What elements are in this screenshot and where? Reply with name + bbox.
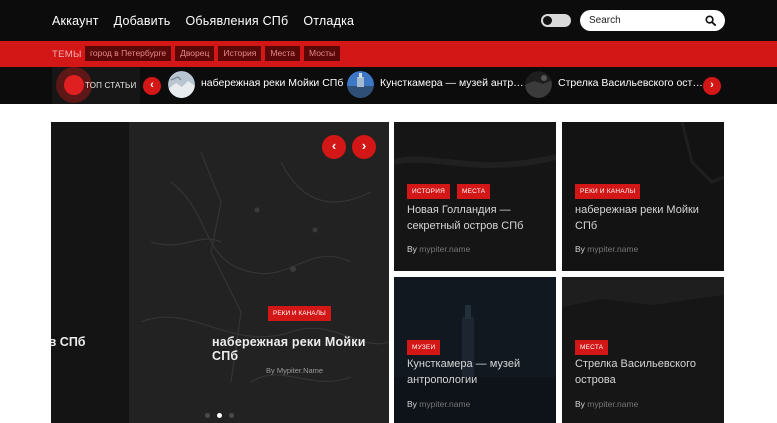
menu-item-add[interactable]: Добавить [114, 14, 171, 28]
card-badges: РЕКИ И КАНАЛЫ [575, 184, 641, 199]
ticker-prev-button[interactable]: ‹ [143, 77, 161, 95]
card-byline: By mypiter.name [575, 399, 638, 409]
slide-byline: By Mypiter.Name [266, 366, 324, 375]
slider-dot[interactable] [229, 413, 234, 418]
search-input[interactable] [589, 12, 699, 29]
card-byline: By mypiter.name [575, 244, 638, 254]
card-title[interactable]: Новая Голландия — секретный остров СПб [407, 202, 547, 234]
category-badge[interactable]: МУЗЕИ [407, 340, 441, 355]
card-title[interactable]: Кунсткамера — музей антропологии [407, 356, 547, 388]
search-icon[interactable] [705, 15, 716, 26]
slider-dot[interactable] [205, 413, 210, 418]
category-badge[interactable]: МЕСТА [457, 184, 491, 199]
article-card[interactable]: МЕСТА Стрелка Васильевского острова By m… [562, 277, 724, 423]
slider-pagination [205, 413, 234, 418]
byline-author[interactable]: mypiter.name [419, 244, 470, 254]
byline-prefix: By [575, 244, 585, 254]
menu-item-ads[interactable]: Обьявления СПб [185, 14, 288, 28]
card-byline: By mypiter.name [407, 244, 470, 254]
ticker-next-button[interactable]: › [703, 77, 721, 95]
topic-tags: город в Петербурге Дворец История Места … [85, 46, 341, 61]
toggle-knob [543, 16, 552, 25]
byline-prefix: By [575, 399, 585, 409]
card-title[interactable]: Стрелка Васильевского острова [575, 356, 715, 388]
category-badge[interactable]: ИСТОРИЯ [407, 184, 450, 199]
slide-background-map [51, 122, 389, 423]
top-articles-ticker: ТОП СТАТЬИ ‹ набережная реки Мойки СПб К… [0, 67, 777, 104]
category-badge[interactable]: МЕСТА [575, 340, 609, 355]
slider-dot-active[interactable] [217, 413, 222, 418]
category-badge[interactable]: РЕКИ И КАНАЛЫ [575, 184, 641, 199]
card-title[interactable]: набережная реки Мойки СПб [575, 202, 715, 234]
byline-author[interactable]: mypiter.name [587, 399, 638, 409]
card-byline: By mypiter.name [407, 399, 470, 409]
card-badges: МЕСТА [575, 340, 609, 355]
previous-slide-title: ов СПб [51, 335, 86, 349]
byline-author[interactable]: mypiter.name [419, 399, 470, 409]
article-thumbnail [347, 71, 374, 98]
topic-tag[interactable]: Дворец [175, 46, 215, 61]
topics-label: ТЕМЫ [52, 49, 82, 60]
topic-tag[interactable]: История [218, 46, 262, 61]
slider-prev-button[interactable]: ‹ [322, 135, 346, 159]
article-thumbnail [168, 71, 195, 98]
ticker-item-title: Кунсткамера — музей антропологии [380, 77, 525, 89]
slider-next-button[interactable]: › [352, 135, 376, 159]
byline-prefix: By [407, 244, 417, 254]
top-navigation: Аккаунт Добавить Обьявления СПб Отладка [0, 0, 777, 41]
main-menu: Аккаунт Добавить Обьявления СПб Отладка [52, 0, 354, 41]
topic-tag[interactable]: Места [265, 46, 301, 61]
article-card[interactable]: МУЗЕИ Кунсткамера — музей антропологии B… [394, 277, 556, 423]
topic-tag[interactable]: город в Петербурге [85, 46, 172, 61]
ticker-item-title: Стрелка Васильевского острова [558, 77, 703, 89]
menu-item-account[interactable]: Аккаунт [52, 14, 99, 28]
menu-item-debug[interactable]: Отладка [303, 14, 354, 28]
slide-category-badge[interactable]: РЕКИ И КАНАЛЫ [268, 306, 331, 321]
byline-author[interactable]: mypiter.name [587, 244, 638, 254]
article-thumbnail [525, 71, 552, 98]
slide-title[interactable]: набережная реки Мойки СПб [212, 335, 389, 363]
top-articles-label-box: ТОП СТАТЬИ [52, 67, 140, 104]
search-box [580, 10, 725, 31]
card-badges: МУЗЕИ [407, 340, 441, 355]
article-card[interactable]: ИСТОРИЯ МЕСТА Новая Голландия — секретны… [394, 122, 556, 271]
article-card[interactable]: РЕКИ И КАНАЛЫ набережная реки Мойки СПб … [562, 122, 724, 271]
card-badges: ИСТОРИЯ МЕСТА [407, 184, 491, 199]
top-articles-label: ТОП СТАТЬИ [85, 81, 137, 90]
dark-mode-toggle[interactable] [541, 14, 571, 27]
ticker-item-title: набережная реки Мойки СПб [201, 77, 344, 89]
topics-bar: ТЕМЫ город в Петербурге Дворец История М… [0, 41, 777, 67]
byline-prefix: By [407, 399, 417, 409]
featured-slider[interactable]: ов СПб ‹ › РЕКИ И КАНАЛЫ набережная реки… [51, 122, 389, 423]
topic-tag[interactable]: Мосты [304, 46, 341, 61]
